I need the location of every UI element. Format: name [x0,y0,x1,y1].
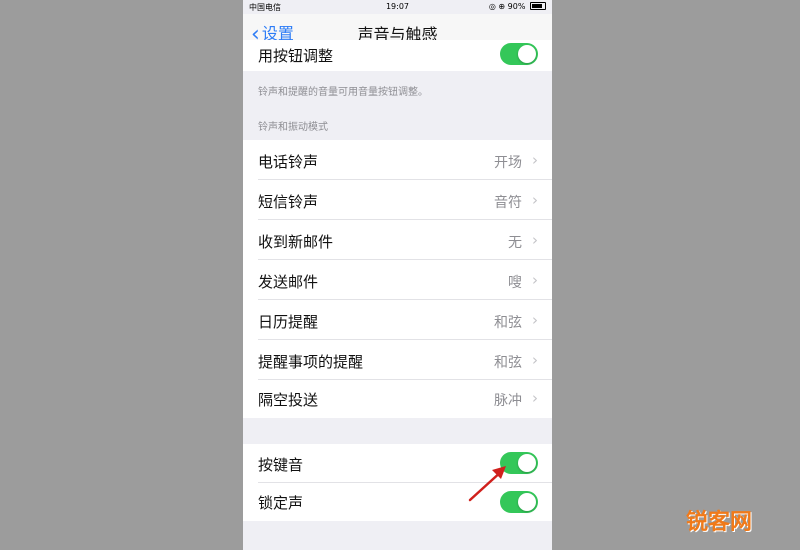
watermark: 锐客网 [685,510,752,535]
annotation-arrow [468,466,506,502]
